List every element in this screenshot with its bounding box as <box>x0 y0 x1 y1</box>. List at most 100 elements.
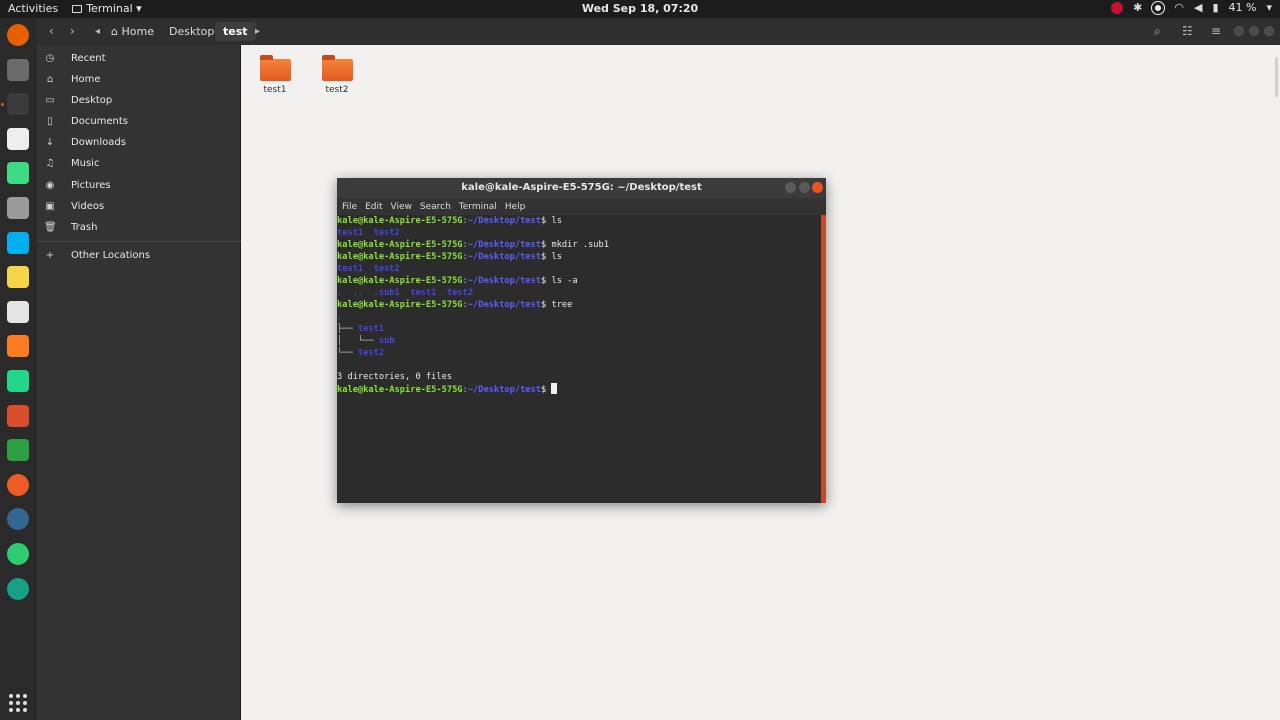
chevron-down-icon[interactable]: ▾ <box>1266 1 1272 14</box>
prompt-path: ~/Desktop/test <box>467 252 541 262</box>
terminal-cursor <box>551 383 558 394</box>
terminal-minimize-button[interactable] <box>785 182 796 193</box>
status-icon[interactable] <box>1152 1 1165 14</box>
sidebar-item-label: Pictures <box>71 180 111 191</box>
download-icon: ↓ <box>45 137 55 148</box>
running-indicator <box>1 103 4 107</box>
view-toggle-icon[interactable]: ☷ <box>1182 23 1193 40</box>
document-icon: ▯ <box>47 116 53 127</box>
home-icon: ⌂ <box>46 74 54 85</box>
terminal-line: . .. .sub1 test1 test2 <box>337 287 821 299</box>
menu-help[interactable]: Help <box>505 202 526 212</box>
terminal-scrollbar[interactable] <box>821 215 826 503</box>
firefox-icon[interactable] <box>7 24 29 46</box>
battery-icon[interactable]: ▮ <box>1212 1 1218 14</box>
postgres-icon[interactable] <box>7 508 29 531</box>
folder-test1[interactable]: test1 <box>250 55 300 95</box>
minimize-button[interactable] <box>1234 26 1244 36</box>
tree-entry: sub <box>378 336 395 346</box>
wifi-icon[interactable]: ◠ <box>1174 1 1184 14</box>
command-text: ls -a <box>551 276 578 286</box>
sidebar-item-videos[interactable]: ▣ Videos <box>37 196 241 217</box>
command-text: ls <box>551 252 562 262</box>
close-button[interactable] <box>1264 26 1274 36</box>
plus-icon: + <box>45 250 55 261</box>
text-editor-icon[interactable] <box>7 127 29 150</box>
sidebar-item-pictures[interactable]: ◉ Pictures <box>37 175 241 196</box>
spreadsheet-icon[interactable] <box>7 439 29 462</box>
menu-edit[interactable]: Edit <box>365 202 382 212</box>
prompt-user: kale@kale-Aspire-E5-575G <box>337 385 463 395</box>
scrollbar[interactable] <box>1275 57 1278 97</box>
skype-icon[interactable] <box>7 231 29 254</box>
forward-icon[interactable]: › <box>70 23 75 40</box>
sidebar-item-label: Videos <box>71 201 105 212</box>
terminal-line: ├── test1 <box>337 323 821 335</box>
sidebar-item-desktop[interactable]: ▭ Desktop <box>37 90 241 111</box>
path-left-arrow-icon[interactable]: ◂ <box>95 23 100 40</box>
prompt-user: kale@kale-Aspire-E5-575G <box>337 216 463 226</box>
menu-icon[interactable]: ≡ <box>1211 23 1221 40</box>
music-icon: ♫ <box>45 158 55 169</box>
record-icon[interactable] <box>1111 1 1124 14</box>
back-icon[interactable]: ‹ <box>49 23 54 40</box>
terminal-icon[interactable] <box>7 93 29 116</box>
menu-view[interactable]: View <box>391 202 412 212</box>
terminal-title: kale@kale-Aspire-E5-575G: ~/Desktop/test <box>461 182 702 193</box>
slack-icon[interactable] <box>7 300 29 323</box>
maximize-button[interactable] <box>1249 26 1259 36</box>
breadcrumb-desktop[interactable]: Desktop <box>161 22 222 41</box>
sidebar-item-other-locations[interactable]: + Other Locations <box>37 245 241 266</box>
terminal-window[interactable]: kale@kale-Aspire-E5-575G: ~/Desktop/test… <box>337 178 826 503</box>
sidebar-item-recent[interactable]: ◷ Recent <box>37 48 241 69</box>
sticky-notes-icon[interactable] <box>7 266 29 289</box>
terminal-maximize-button[interactable] <box>799 182 810 193</box>
output-text: test1 test2 <box>337 264 400 274</box>
prompt-user: kale@kale-Aspire-E5-575G <box>337 276 463 286</box>
postman-icon[interactable] <box>7 473 29 496</box>
files-icon[interactable] <box>7 58 29 81</box>
terminal-line: kale@kale-Aspire-E5-575G:~/Desktop/test$… <box>337 239 821 251</box>
trash-icon: 🗑 <box>44 222 57 233</box>
show-applications-icon[interactable] <box>9 694 27 712</box>
output-text: 3 directories, 0 files <box>337 372 453 382</box>
pycharm-icon[interactable] <box>7 370 29 392</box>
slack-tray-icon[interactable]: ✱ <box>1133 1 1142 14</box>
terminal-close-button[interactable] <box>812 182 823 193</box>
sidebar-item-downloads[interactable]: ↓ Downloads <box>37 132 241 153</box>
green-app-icon[interactable] <box>7 543 29 565</box>
sidebar-separator <box>37 241 241 242</box>
volume-icon[interactable]: ◀ <box>1194 1 1202 14</box>
tree-branch: ├── <box>337 324 358 334</box>
menu-file[interactable]: File <box>342 202 357 212</box>
tree-branch: └── <box>337 348 358 358</box>
sidebar-item-documents[interactable]: ▯ Documents <box>37 111 241 132</box>
terminal-line: │ └── sub <box>337 335 821 347</box>
breadcrumb-test[interactable]: test <box>215 22 256 41</box>
path-right-arrow-icon[interactable]: ▸ <box>255 23 260 40</box>
android-studio-icon[interactable] <box>7 162 29 185</box>
globe-app-icon[interactable] <box>7 577 29 600</box>
sidebar-item-trash[interactable]: 🗑 Trash <box>37 217 241 238</box>
breadcrumb-home[interactable]: ⌂ Home <box>103 22 162 41</box>
breadcrumb-home-label: Home <box>121 25 154 38</box>
tree-branch: │ └── <box>337 336 379 346</box>
prompt-user: kale@kale-Aspire-E5-575G <box>337 252 463 262</box>
sidebar-item-music[interactable]: ♫ Music <box>37 153 241 174</box>
terminal-titlebar[interactable]: kale@kale-Aspire-E5-575G: ~/Desktop/test <box>337 178 826 198</box>
clock-icon: ◷ <box>45 53 55 64</box>
installer-icon[interactable] <box>7 404 29 427</box>
sidebar-item-home[interactable]: ⌂ Home <box>37 69 241 90</box>
menu-search[interactable]: Search <box>420 202 451 212</box>
clock[interactable]: Wed Sep 18, 07:20 <box>0 2 1280 15</box>
sidebar-item-label: Downloads <box>71 137 126 148</box>
prompt-path: ~/Desktop/test <box>467 216 541 226</box>
terminal-output[interactable]: kale@kale-Aspire-E5-575G:~/Desktop/test$… <box>337 215 821 503</box>
files-headerbar: ‹ › ◂ ⌂ Home Desktop test ▸ ⌕ ☷ ≡ <box>37 18 1280 45</box>
terminal-menubar: File Edit View Search Terminal Help <box>337 198 826 215</box>
database-icon[interactable] <box>7 197 29 219</box>
search-icon[interactable]: ⌕ <box>1154 23 1161 40</box>
sublime-text-icon[interactable] <box>7 335 29 358</box>
folder-test2[interactable]: test2 <box>312 55 362 95</box>
menu-terminal[interactable]: Terminal <box>459 202 497 212</box>
